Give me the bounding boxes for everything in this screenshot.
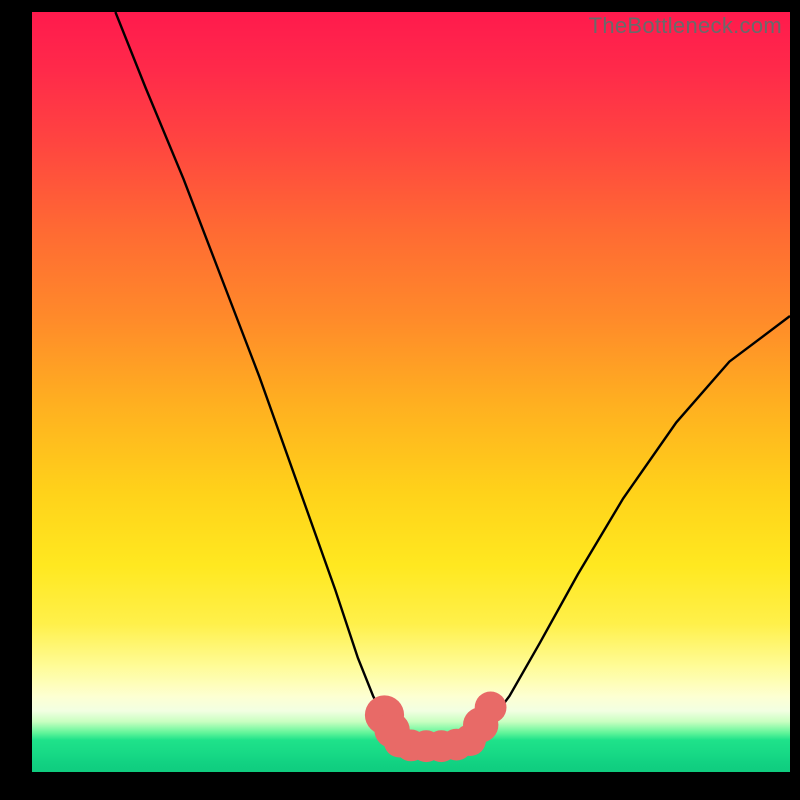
watermark-text: TheBottleneck.com bbox=[589, 13, 782, 39]
right-branch bbox=[475, 316, 790, 742]
plot-area bbox=[32, 12, 790, 772]
curve-layer bbox=[32, 12, 790, 772]
bottleneck-curve bbox=[115, 12, 790, 746]
salmon-node bbox=[475, 692, 507, 724]
chart-stage: TheBottleneck.com bbox=[0, 0, 800, 800]
left-branch bbox=[115, 12, 399, 742]
salmon-highlight-group bbox=[365, 692, 507, 763]
